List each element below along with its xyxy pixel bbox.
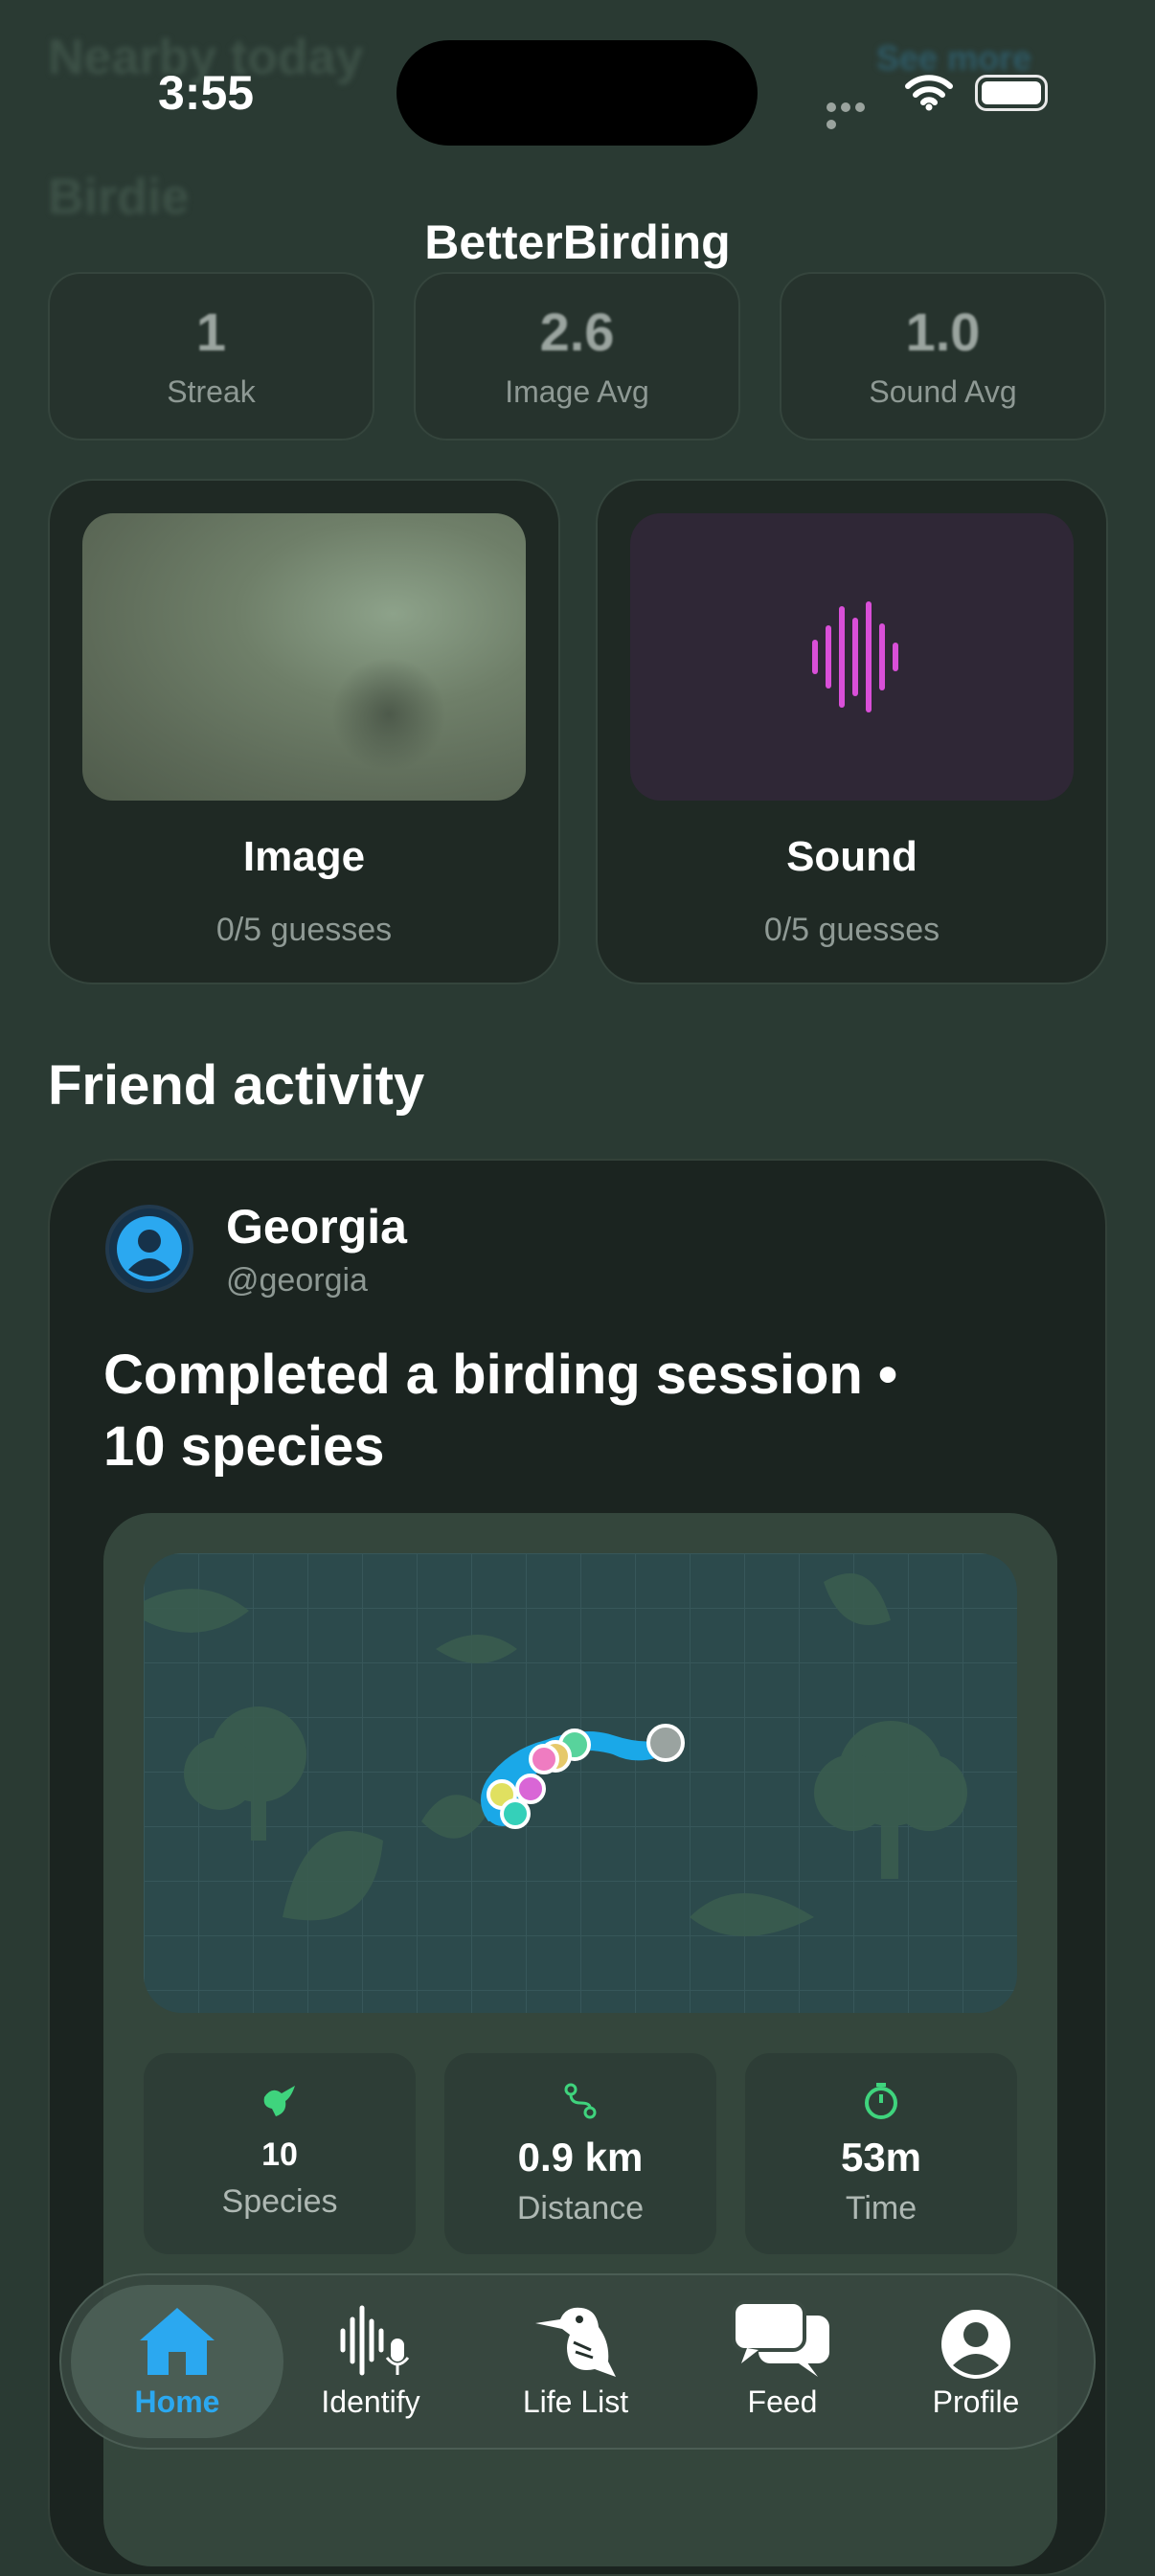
waveform-mic-icon <box>340 2305 410 2376</box>
kookaburra-icon <box>535 2307 616 2377</box>
person-icon <box>117 1216 182 1281</box>
tab-home[interactable]: Home <box>86 2273 268 2450</box>
metric-value: 0.9 km <box>517 2135 644 2180</box>
image-game-title: Image <box>242 833 366 880</box>
stat-label: Streak <box>167 374 256 409</box>
stat-streak: 1 Streak <box>48 272 374 441</box>
person-circle-icon <box>941 2310 1010 2379</box>
stat-value: 1 <box>195 302 227 362</box>
friend-handle: @georgia <box>226 1262 368 1299</box>
image-thumbnail <box>82 513 526 801</box>
image-game-progress: 0/5 guesses <box>215 912 393 948</box>
metric-species: 10 Species <box>144 2053 416 2254</box>
avatar[interactable] <box>105 1205 193 1293</box>
house-icon <box>140 2308 215 2375</box>
sound-game-title: Sound <box>786 833 917 880</box>
metric-value: 53m <box>840 2135 922 2180</box>
session-map[interactable] <box>144 1553 1017 2013</box>
map-graphic <box>144 1553 1017 2013</box>
stat-sound-avg: 1.0 Sound Avg <box>780 272 1106 441</box>
chat-bubbles-icon <box>732 2300 829 2377</box>
waveform-icon <box>812 601 898 712</box>
tab-label: Home <box>134 2384 220 2419</box>
friend-activity-heading: Friend activity <box>48 1054 425 1117</box>
tab-label: Profile <box>932 2384 1020 2419</box>
app-title: BetterBirding <box>424 215 731 269</box>
stat-label: Image Avg <box>505 374 649 409</box>
stat-value: 1.0 <box>905 302 981 362</box>
stat-image-avg: 2.6 Image Avg <box>414 272 740 441</box>
route-icon <box>564 2083 597 2119</box>
metric-distance: 0.9 km Distance <box>444 2053 716 2254</box>
metric-value: 10 <box>261 2136 298 2173</box>
sound-thumbnail <box>630 513 1074 801</box>
timer-icon <box>865 2083 897 2119</box>
tab-label: Feed <box>747 2384 818 2419</box>
battery-icon <box>975 75 1048 111</box>
tab-identify[interactable]: Identify <box>280 2273 462 2450</box>
sound-game-card[interactable]: Sound 0/5 guesses <box>596 479 1108 984</box>
image-game-card[interactable]: Image 0/5 guesses <box>48 479 560 984</box>
metric-label: Distance <box>516 2190 645 2226</box>
metric-label: Species <box>221 2183 338 2220</box>
metric-time: 53m Time <box>745 2053 1017 2254</box>
stat-label: Sound Avg <box>869 374 1017 409</box>
tab-profile[interactable]: Profile <box>885 2273 1067 2450</box>
metric-label: Time <box>845 2190 917 2226</box>
tab-life-list[interactable]: Life List <box>485 2273 667 2450</box>
tab-label: Identify <box>321 2384 420 2419</box>
tab-feed[interactable]: Feed <box>691 2273 873 2450</box>
tab-label: Life List <box>522 2384 629 2419</box>
ghost-link: See more <box>876 38 1032 78</box>
status-time: 3:55 <box>158 66 255 120</box>
stat-value: 2.6 <box>539 302 615 362</box>
dynamic-island <box>396 40 758 146</box>
cellular-signal-icon <box>827 100 882 129</box>
sound-game-progress: 0/5 guesses <box>763 912 940 948</box>
wifi-icon <box>905 75 953 111</box>
bird-icon <box>263 2086 295 2116</box>
friend-name[interactable]: Georgia <box>226 1199 407 1254</box>
activity-headline: Completed a birding session • 10 species <box>103 1344 898 1478</box>
